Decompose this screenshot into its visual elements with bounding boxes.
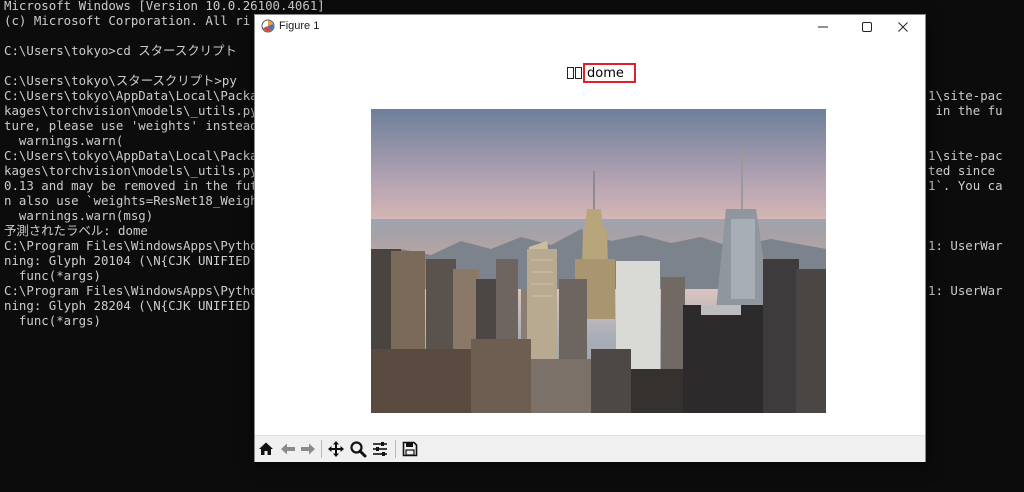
console-line-fragment: in the fu <box>928 103 1003 118</box>
figure-canvas[interactable]: dome <box>255 39 925 435</box>
window-title: Figure 1 <box>279 20 320 32</box>
console-line: C:\Program Files\WindowsApps\Pytho <box>4 238 258 253</box>
console-line: Microsoft Windows [Version 10.0.26100.40… <box>4 0 325 13</box>
close-icon <box>898 22 908 32</box>
console-line: C:\Program Files\WindowsApps\Pytho <box>4 283 258 298</box>
save-icon <box>402 441 418 457</box>
sliders-icon <box>373 442 387 456</box>
console-line-fragment: 1: UserWar <box>928 283 1003 298</box>
console-line: warnings.warn( <box>4 133 124 148</box>
console-line: 0.13 and may be removed in the fut <box>4 178 258 193</box>
console-line-fragment: 1: UserWar <box>928 238 1003 253</box>
home-button[interactable] <box>257 440 275 458</box>
console-line: kages\torchvision\models\_utils.py <box>4 163 258 178</box>
console-line-fragment: ted since <box>928 163 996 178</box>
back-button[interactable] <box>279 440 297 458</box>
arrow-right-icon <box>301 443 315 455</box>
console-line: func(*args) <box>4 268 101 283</box>
toolbar-separator <box>395 440 396 458</box>
forward-button[interactable] <box>299 440 317 458</box>
console-line-fragment: 1\site-pac <box>928 148 1003 163</box>
console-line: func(*args) <box>4 313 101 328</box>
console-line: (c) Microsoft Corporation. All ri <box>4 13 251 28</box>
console-line: ning: Glyph 20104 (\N{CJK UNIFIED <box>4 253 251 268</box>
console-line: C:\Users\tokyo\スタースクリプト>py <box>4 73 237 88</box>
red-highlight-box <box>583 63 636 83</box>
matplotlib-app-icon <box>261 19 275 33</box>
minimize-button[interactable] <box>801 15 845 39</box>
figure-window: Figure 1 dome <box>254 14 926 462</box>
console-line: C:\Users\tokyo>cd スタースクリプト <box>4 43 237 58</box>
console-line: 予測されたラベル: dome <box>4 223 148 238</box>
toolbar-separator <box>321 440 322 458</box>
home-icon <box>259 442 273 455</box>
console-line: warnings.warn(msg) <box>4 208 154 223</box>
arrow-left-icon <box>281 443 295 455</box>
missing-glyph-boxes <box>567 67 583 79</box>
console-line-fragment: 1`. You ca <box>928 178 1003 193</box>
console-line: ning: Glyph 28204 (\N{CJK UNIFIED <box>4 298 251 313</box>
title-bar[interactable]: Figure 1 <box>255 15 925 39</box>
console-line: n also use `weights=ResNet18_Weigh <box>4 193 258 208</box>
pan-button[interactable] <box>327 440 345 458</box>
move-icon <box>328 441 344 457</box>
city-skyline-photo <box>371 109 826 413</box>
save-button[interactable] <box>401 440 419 458</box>
navigation-toolbar <box>255 435 925 462</box>
close-button[interactable] <box>881 15 925 39</box>
zoom-button[interactable] <box>349 440 367 458</box>
console-line: kages\torchvision\models\_utils.py <box>4 103 258 118</box>
configure-subplots-button[interactable] <box>371 440 389 458</box>
minimize-icon <box>818 26 828 28</box>
console-line: ture, please use 'weights' instead <box>4 118 258 133</box>
zoom-icon <box>350 441 367 458</box>
console-line: C:\Users\tokyo\AppData\Local\Packa <box>4 148 258 163</box>
console-line-fragment: 1\site-pac <box>928 88 1003 103</box>
console-line: C:\Users\tokyo\AppData\Local\Packa <box>4 88 258 103</box>
maximize-icon <box>862 22 872 32</box>
